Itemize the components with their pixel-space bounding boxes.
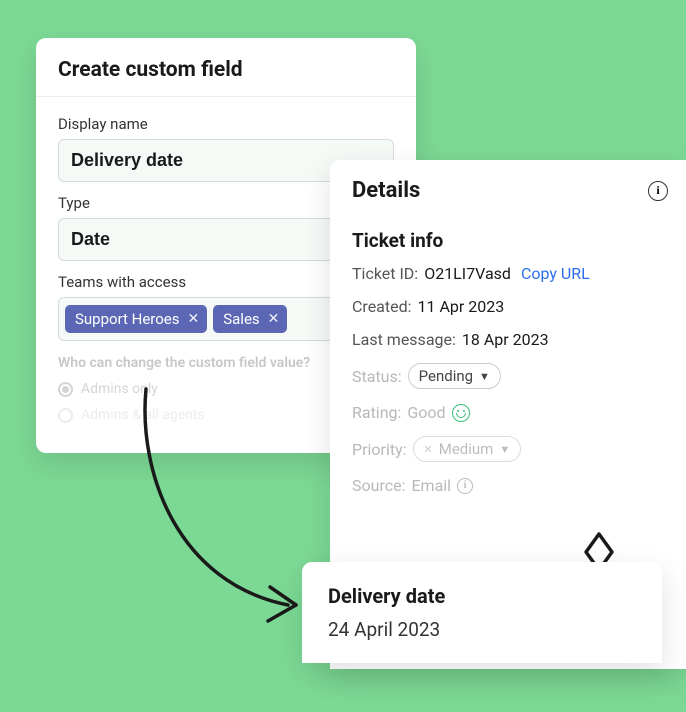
rating-label: Rating: xyxy=(352,403,401,422)
team-chip: Sales ✕ xyxy=(213,305,287,333)
team-chip-label: Sales xyxy=(223,310,259,328)
radio-icon xyxy=(58,382,73,397)
last-message-value: 18 Apr 2023 xyxy=(462,330,549,349)
rating-row: Rating: Good xyxy=(352,403,668,422)
priority-label: Priority: xyxy=(352,440,407,459)
status-pill[interactable]: Pending ▼ xyxy=(408,363,501,389)
radio-label: Admins & all agents xyxy=(81,407,205,423)
created-label: Created: xyxy=(352,297,412,316)
status-row: Status: Pending ▼ xyxy=(352,363,668,389)
info-icon[interactable]: i xyxy=(648,181,668,201)
ticket-id-row: Ticket ID: O21LI7Vasd Copy URL xyxy=(352,264,668,283)
created-value: 11 Apr 2023 xyxy=(418,297,505,316)
create-title: Create custom field xyxy=(36,38,416,97)
priority-value: Medium xyxy=(439,440,494,458)
radio-icon xyxy=(58,408,73,423)
created-row: Created: 11 Apr 2023 xyxy=(352,297,668,316)
details-title: Details xyxy=(352,178,420,203)
delivery-date-title: Delivery date xyxy=(328,584,636,608)
smile-icon xyxy=(452,404,470,422)
close-icon[interactable]: ✕ xyxy=(268,312,280,326)
source-label: Source: xyxy=(352,476,405,495)
ticket-id-label: Ticket ID: xyxy=(352,264,418,283)
source-row: Source: Email i xyxy=(352,476,668,495)
team-chip: Support Heroes ✕ xyxy=(65,305,207,333)
status-value: Pending xyxy=(419,367,473,385)
last-message-label: Last message: xyxy=(352,330,456,349)
ticket-id-value: O21LI7Vasd xyxy=(424,264,511,283)
chevron-down-icon: ▼ xyxy=(499,443,510,456)
copy-url-link[interactable]: Copy URL xyxy=(521,264,590,283)
radio-label: Admins only xyxy=(81,381,158,397)
info-icon[interactable]: i xyxy=(457,478,473,494)
delivery-date-card: Delivery date 24 April 2023 xyxy=(302,562,662,663)
source-value: Email xyxy=(411,476,451,495)
ticket-info-title: Ticket info xyxy=(352,229,668,252)
last-message-row: Last message: 18 Apr 2023 xyxy=(352,330,668,349)
details-header: Details i xyxy=(330,160,686,213)
team-chip-label: Support Heroes xyxy=(75,310,180,328)
status-label: Status: xyxy=(352,367,402,386)
chevron-down-icon: ▼ xyxy=(479,370,490,383)
delivery-date-value: 24 April 2023 xyxy=(328,618,636,641)
close-icon[interactable]: ✕ xyxy=(188,312,200,326)
display-name-label: Display name xyxy=(58,115,394,133)
clear-icon[interactable]: ✕ xyxy=(424,443,433,456)
priority-row: Priority: ✕ Medium ▼ xyxy=(352,436,668,462)
priority-pill[interactable]: ✕ Medium ▼ xyxy=(413,436,522,462)
rating-value: Good xyxy=(407,403,445,422)
